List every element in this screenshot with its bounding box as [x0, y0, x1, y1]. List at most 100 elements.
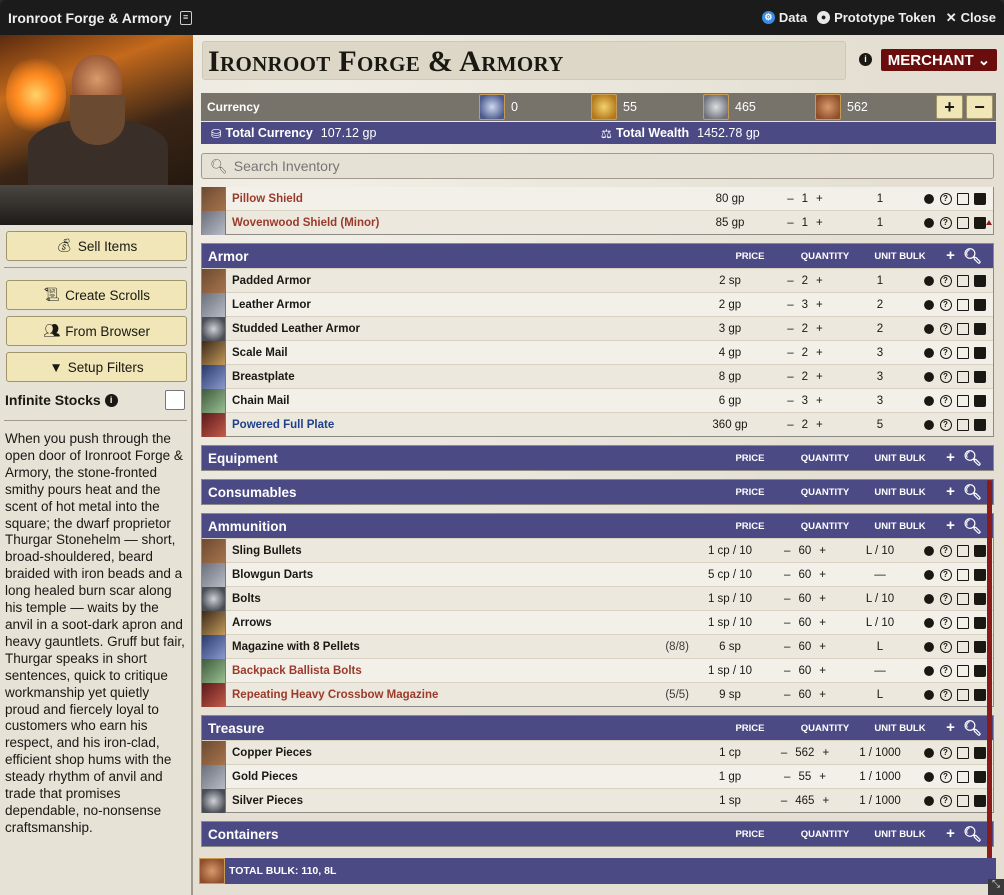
- increase-quantity-button[interactable]: +: [816, 347, 823, 359]
- info-icon[interactable]: i: [104, 393, 118, 407]
- item-name[interactable]: Magazine with 8 Pellets: [226, 641, 655, 653]
- add-item-icon[interactable]: +: [946, 483, 955, 501]
- sell-coins-icon[interactable]: [922, 192, 935, 205]
- trash-icon[interactable]: [973, 616, 986, 629]
- increase-quantity-button[interactable]: +: [816, 323, 823, 335]
- item-image[interactable]: [202, 764, 226, 789]
- item-name[interactable]: Chain Mail: [226, 395, 655, 407]
- edit-icon[interactable]: [956, 418, 969, 431]
- item-row[interactable]: Bolts 1 sp / 10 –60 + L / 10?: [202, 586, 993, 611]
- help-icon[interactable]: ?: [939, 298, 952, 311]
- item-name[interactable]: Sling Bullets: [226, 545, 655, 557]
- actor-name-field[interactable]: Ironroot Forge & Armory: [202, 41, 846, 80]
- edit-icon[interactable]: [956, 216, 969, 229]
- increase-quantity-button[interactable]: +: [819, 617, 826, 629]
- decrease-quantity-button[interactable]: –: [784, 641, 790, 653]
- item-row[interactable]: Wovenwood Shield (Minor) 85 gp –1 +1?: [202, 210, 993, 235]
- edit-icon[interactable]: [956, 346, 969, 359]
- item-row[interactable]: Leather Armor 2 gp –3 +2?: [202, 292, 993, 317]
- item-name[interactable]: Studded Leather Armor: [226, 323, 655, 335]
- data-button[interactable]: ⚙ Data: [761, 10, 807, 25]
- help-icon[interactable]: ?: [939, 370, 952, 383]
- inventory-scrollbar[interactable]: [986, 220, 992, 880]
- help-icon[interactable]: ?: [939, 640, 952, 653]
- help-icon[interactable]: ?: [939, 216, 952, 229]
- help-icon[interactable]: ?: [939, 616, 952, 629]
- trash-icon[interactable]: [973, 322, 986, 335]
- increase-quantity-button[interactable]: +: [822, 795, 829, 807]
- increase-quantity-button[interactable]: +: [822, 747, 829, 759]
- group-title[interactable]: Armor: [202, 249, 715, 264]
- decrease-quantity-button[interactable]: –: [787, 395, 793, 407]
- trash-icon[interactable]: [973, 770, 986, 783]
- gold-coin[interactable]: 55: [591, 94, 703, 120]
- sell-coins-icon[interactable]: [922, 568, 935, 581]
- scrollbar-thumb[interactable]: [987, 480, 992, 875]
- decrease-quantity-button[interactable]: –: [787, 323, 793, 335]
- sell-coins-icon[interactable]: [922, 640, 935, 653]
- edit-icon[interactable]: [956, 322, 969, 335]
- decrease-quantity-button[interactable]: –: [787, 371, 793, 383]
- search-icon[interactable]: 🔍︎: [963, 449, 982, 467]
- edit-icon[interactable]: [956, 370, 969, 383]
- sell-items-button[interactable]: 💰︎ Sell Items: [6, 231, 187, 261]
- item-row[interactable]: Powered Full Plate 360 gp –2 +5?: [202, 412, 993, 437]
- trash-icon[interactable]: [973, 664, 986, 677]
- item-image[interactable]: [202, 610, 226, 635]
- help-icon[interactable]: ?: [939, 746, 952, 759]
- sell-coins-icon[interactable]: [922, 794, 935, 807]
- help-icon[interactable]: ?: [939, 544, 952, 557]
- help-icon[interactable]: ?: [939, 568, 952, 581]
- info-icon[interactable]: i: [859, 53, 872, 66]
- add-item-icon[interactable]: +: [946, 719, 955, 737]
- item-image[interactable]: [202, 292, 226, 317]
- increase-quantity-button[interactable]: +: [819, 545, 826, 557]
- search-icon[interactable]: 🔍︎: [963, 517, 982, 535]
- item-image[interactable]: [202, 562, 226, 587]
- item-row[interactable]: Repeating Heavy Crossbow Magazine (5/5) 9 …: [202, 682, 993, 707]
- trash-icon[interactable]: [973, 640, 986, 653]
- copper-coin[interactable]: 562: [815, 94, 927, 120]
- sell-coins-icon[interactable]: [922, 322, 935, 335]
- help-icon[interactable]: ?: [939, 394, 952, 407]
- item-image[interactable]: [202, 682, 226, 707]
- edit-icon[interactable]: [956, 688, 969, 701]
- item-name[interactable]: Copper Pieces: [226, 747, 655, 759]
- trash-icon[interactable]: [973, 274, 986, 287]
- remove-currency-button[interactable]: −: [966, 95, 993, 119]
- add-item-icon[interactable]: +: [946, 517, 955, 535]
- id-badge-icon[interactable]: ≡: [179, 10, 192, 25]
- edit-icon[interactable]: [956, 274, 969, 287]
- edit-icon[interactable]: [956, 192, 969, 205]
- item-name[interactable]: Scale Mail: [226, 347, 655, 359]
- item-image[interactable]: [202, 268, 226, 293]
- item-row[interactable]: Padded Armor 2 sp –2 +1?: [202, 268, 993, 293]
- item-name[interactable]: Silver Pieces: [226, 795, 655, 807]
- item-image[interactable]: [202, 340, 226, 365]
- edit-icon[interactable]: [956, 746, 969, 759]
- item-name[interactable]: Powered Full Plate: [226, 419, 655, 431]
- search-icon[interactable]: 🔍︎: [963, 483, 982, 501]
- edit-icon[interactable]: [956, 592, 969, 605]
- item-image[interactable]: [202, 586, 226, 611]
- increase-quantity-button[interactable]: +: [816, 419, 823, 431]
- help-icon[interactable]: ?: [939, 664, 952, 677]
- platinum-coin[interactable]: 0: [479, 94, 591, 120]
- item-name[interactable]: Padded Armor: [226, 275, 655, 287]
- increase-quantity-button[interactable]: +: [816, 217, 823, 229]
- trash-icon[interactable]: [973, 544, 986, 557]
- group-title[interactable]: Containers: [202, 827, 715, 842]
- trash-icon[interactable]: [973, 370, 986, 383]
- trash-icon[interactable]: [973, 418, 986, 431]
- increase-quantity-button[interactable]: +: [816, 193, 823, 205]
- item-name[interactable]: Backpack Ballista Bolts: [226, 665, 655, 677]
- decrease-quantity-button[interactable]: –: [784, 593, 790, 605]
- item-row[interactable]: Arrows 1 sp / 10 –60 + L / 10?: [202, 610, 993, 635]
- add-item-icon[interactable]: +: [946, 247, 955, 265]
- item-image[interactable]: [202, 187, 226, 211]
- item-image[interactable]: [202, 388, 226, 413]
- item-name[interactable]: Pillow Shield: [226, 193, 655, 205]
- item-name[interactable]: Gold Pieces: [226, 771, 655, 783]
- close-button[interactable]: ✕ Close: [946, 10, 996, 26]
- item-name[interactable]: Wovenwood Shield (Minor): [226, 217, 655, 229]
